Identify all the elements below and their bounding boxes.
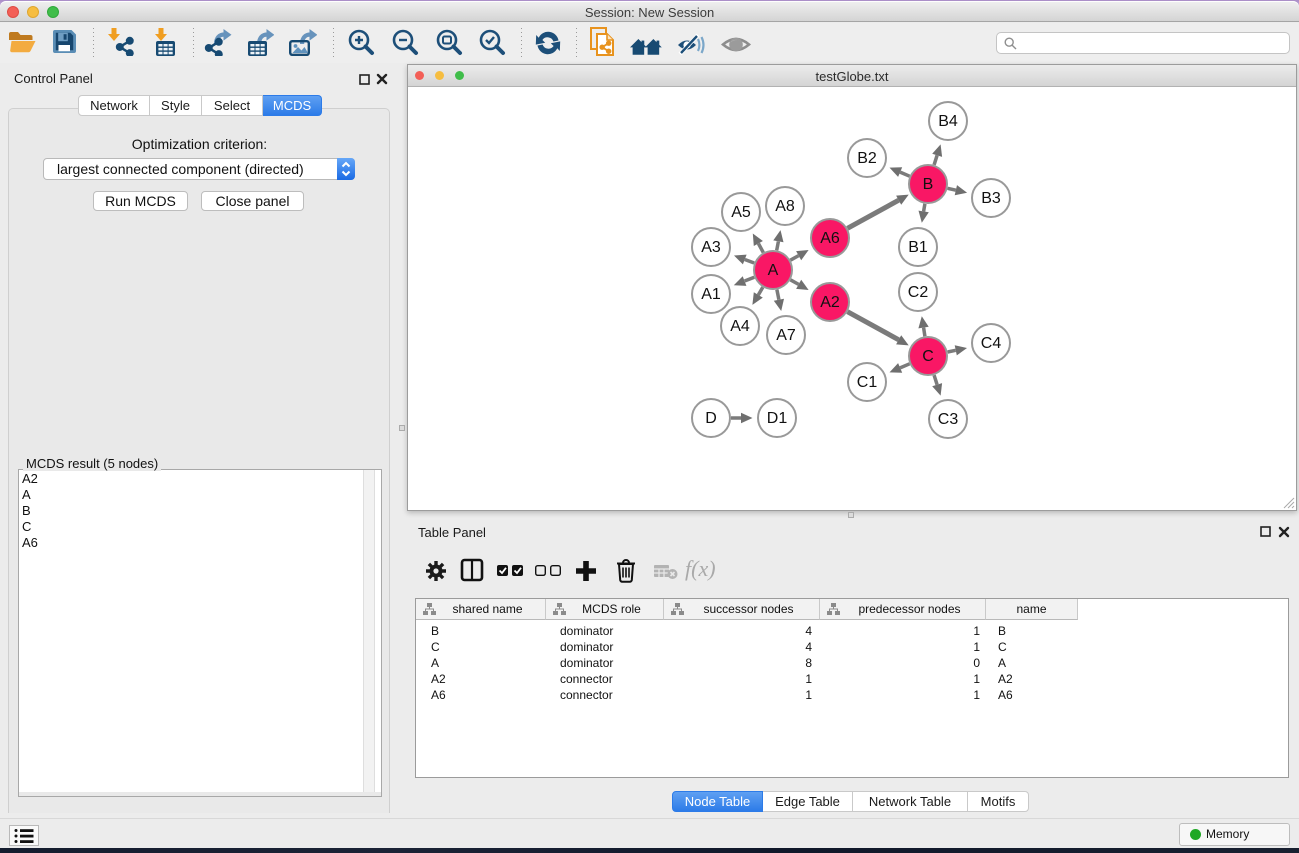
svg-text:C1: C1 (857, 374, 878, 391)
svg-text:D: D (705, 410, 717, 427)
svg-text:A8: A8 (775, 198, 795, 215)
svg-text:A4: A4 (730, 318, 750, 335)
svg-text:A5: A5 (731, 204, 751, 221)
svg-text:A6: A6 (820, 230, 840, 247)
svg-text:C3: C3 (938, 411, 959, 428)
svg-text:B4: B4 (938, 113, 958, 130)
svg-text:D1: D1 (767, 410, 788, 427)
svg-text:A1: A1 (701, 286, 721, 303)
svg-text:C4: C4 (981, 335, 1002, 352)
svg-text:C2: C2 (908, 284, 929, 301)
svg-text:B1: B1 (908, 239, 928, 256)
svg-text:A: A (768, 262, 779, 279)
svg-text:B2: B2 (857, 150, 877, 167)
svg-text:A2: A2 (820, 294, 840, 311)
svg-text:A3: A3 (701, 239, 721, 256)
svg-text:B: B (923, 176, 934, 193)
svg-text:B3: B3 (981, 190, 1001, 207)
svg-text:A7: A7 (776, 327, 796, 344)
svg-text:C: C (922, 348, 934, 365)
